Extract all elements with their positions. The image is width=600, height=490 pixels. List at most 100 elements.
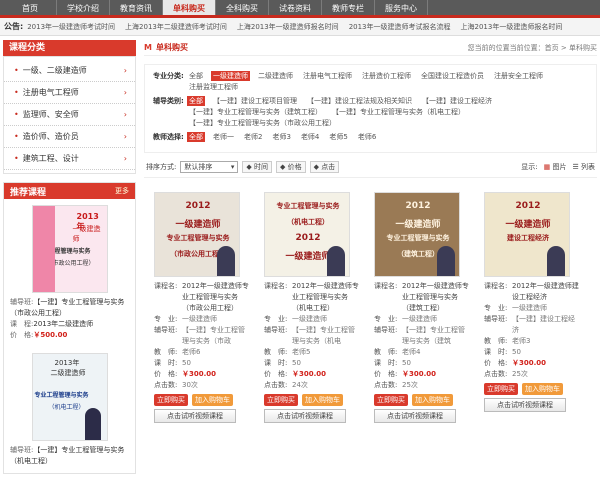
sort-price-button[interactable]: ◆ 价格: [275, 161, 306, 173]
trial-video-button[interactable]: 点击试听视频课程: [264, 409, 346, 423]
filter-option[interactable]: 注册电气工程师: [301, 71, 354, 81]
course-cover[interactable]: 2012 一级建造师 建设工程经济: [484, 192, 570, 277]
course-field: 点击数: 30次: [154, 381, 198, 389]
nav-teachers[interactable]: 教师专栏: [322, 0, 375, 15]
recommend-item[interactable]: 2013年 二级建造师 专业工程管理与实务 （机电工程） 辅导班:【一建】专业工…: [4, 347, 135, 473]
filter-option[interactable]: 老师5: [327, 132, 349, 142]
course-cover[interactable]: 2012 一级建造师 专业工程管理与实务 （建筑工程）: [374, 192, 460, 277]
nav-papers[interactable]: 试卷资料: [269, 0, 322, 15]
cover-text: 一级建造师: [72, 225, 101, 243]
filter-option[interactable]: 全部: [187, 71, 205, 81]
filter-options: 全部 【一建】建设工程项目管理 【一建】建设工程法规及相关知识 【一建】建设工程经济【…: [187, 96, 588, 128]
list-icon: ☰: [572, 163, 579, 171]
notice-item[interactable]: 上海2013年二级建造师考试时间: [125, 22, 227, 32]
course-field: 课 时: 50: [264, 359, 301, 367]
recommend-panel: 推荐课程 更多 2013年 一级建造师 专业工程管理与实务 （市政公用工程） 辅…: [3, 182, 136, 474]
nav-school[interactable]: 学校介绍: [57, 0, 110, 15]
field-label: 辅导班:: [10, 446, 34, 454]
trial-video-button[interactable]: 点击试听视频课程: [154, 409, 236, 423]
filter-option[interactable]: 【一建】建设工程法规及相关知识: [305, 96, 414, 106]
filter-option[interactable]: 全国建设工程造价员: [419, 71, 486, 81]
buy-now-button[interactable]: 立即购买: [484, 383, 518, 395]
chevron-right-icon: ›: [123, 110, 127, 119]
add-to-cart-button[interactable]: 加入购物车: [302, 394, 343, 406]
course-cover[interactable]: 2013年 一级建造师 专业工程管理与实务 （市政公用工程）: [31, 205, 108, 293]
course-cover[interactable]: 2013年 二级建造师 专业工程管理与实务 （机电工程）: [31, 353, 108, 441]
nav-home[interactable]: 首页: [4, 0, 57, 15]
course-field: 专 业: 一级建造师: [264, 315, 327, 323]
course-field: 专 业: 一级建造师: [374, 315, 437, 323]
filter-label: 辅导类别:: [153, 97, 184, 105]
buy-now-button[interactable]: 立即购买: [264, 394, 298, 406]
course-field: 专 业: 一级建造师: [484, 304, 547, 312]
category-item[interactable]: • 建筑工程、设计 ›: [4, 148, 135, 170]
filter-option[interactable]: 注册安全工程师: [492, 71, 545, 81]
nav-single[interactable]: 单科购买: [163, 0, 216, 15]
filter-option[interactable]: 【一建】专业工程管理与实务（市政公用工程）: [187, 118, 338, 128]
field-label: 价 格:: [10, 331, 34, 339]
display-label: 显示:: [521, 163, 538, 171]
sort-select[interactable]: 默认排序 ▾: [180, 161, 239, 173]
course-field: 辅导班: 【一建】专业工程管理与实务（机电: [264, 326, 355, 345]
filter-option[interactable]: 【一建】专业工程管理与实务（建筑工程）: [187, 107, 324, 117]
notice-bar: 公告: 2013年一级建造师考试时间 上海2013年二级建造师考试时间 上海20…: [0, 18, 600, 36]
filter-option[interactable]: 【一建】建设工程项目管理: [211, 96, 299, 106]
chevron-right-icon: ›: [123, 132, 127, 141]
buy-now-button[interactable]: 立即购买: [154, 394, 188, 406]
add-to-cart-button[interactable]: 加入购物车: [412, 394, 453, 406]
category-item[interactable]: • 一级、二级建造师 ›: [4, 60, 135, 82]
bullet-icon: •: [14, 154, 19, 163]
add-to-cart-button[interactable]: 加入购物车: [522, 383, 563, 395]
add-to-cart-button[interactable]: 加入购物车: [192, 394, 233, 406]
nav-full[interactable]: 全科购买: [216, 0, 269, 15]
course-field: 课 时: 50: [484, 348, 521, 356]
sort-clicks-button[interactable]: ◆ 点击: [309, 161, 340, 173]
notice-item[interactable]: 上海2013年一级建造师报名时间: [237, 22, 339, 32]
main-content: M 单科购买 您当前的位置当前位置：首页 > 单科购买 专业分类: 全部 一级建造师…: [144, 40, 597, 474]
filter-option[interactable]: 全部: [187, 96, 205, 106]
course-cover[interactable]: 2012 一级建造师 专业工程管理与实务 （市政公用工程）: [154, 192, 240, 277]
category-item[interactable]: • 注册电气工程师 ›: [4, 82, 135, 104]
filter-option[interactable]: 注册造价工程师: [360, 71, 413, 81]
buy-now-button[interactable]: 立即购买: [374, 394, 408, 406]
cover-text: 2012: [405, 201, 431, 211]
nav-news[interactable]: 教育资讯: [110, 0, 163, 15]
cover-text: 2012: [295, 233, 321, 243]
filter-option[interactable]: 老师一: [211, 132, 236, 142]
filter-option[interactable]: 【一建】建设工程经济: [420, 96, 494, 106]
filter-option[interactable]: 【一建】专业工程管理与实务（机电工程）: [330, 107, 467, 117]
bullet-icon: •: [14, 88, 19, 97]
filter-option[interactable]: 老师3: [270, 132, 292, 142]
course-field: 课 时: 50: [374, 359, 411, 367]
trial-video-button[interactable]: 点击试听视频课程: [374, 409, 456, 423]
notice-item[interactable]: 上海2013年一级建造师报名时间: [461, 22, 563, 32]
recommend-header: 推荐课程 更多: [4, 183, 135, 199]
course-card: 2012 一级建造师 专业工程管理与实务 （建筑工程） 课程名: 2012年一级建造师专业…: [374, 192, 470, 423]
notice-item[interactable]: 2013年一级建造师考试时间: [27, 22, 115, 32]
trial-video-button[interactable]: 点击试听视频课程: [484, 398, 566, 412]
category-item[interactable]: • 造价师、造价员 ›: [4, 126, 135, 148]
filter-option[interactable]: 二级建造师: [256, 71, 295, 81]
filter-option[interactable]: 老师2: [242, 132, 264, 142]
course-cover[interactable]: 专业工程管理与实务 （机电工程） 2012 一级建造师: [264, 192, 350, 277]
filter-option[interactable]: 老师6: [356, 132, 378, 142]
course-field: 课程名: 2012年一级建造师专业工程管理与实务（建筑工程）: [374, 282, 469, 312]
sort-time-button[interactable]: ◆ 时间: [242, 161, 272, 173]
filter-option[interactable]: 全部: [187, 132, 205, 142]
filter-panel: 专业分类: 全部 一级建造师 二级建造师 注册电气工程师 注册造价工程师 全国建设工程造价…: [144, 64, 597, 153]
filter-option[interactable]: 注册监理工程师: [187, 82, 240, 92]
category-item[interactable]: • 监理师、安全师 ›: [4, 104, 135, 126]
recommend-item[interactable]: 2013年 一级建造师 专业工程管理与实务 （市政公用工程） 辅导班:【一建】专…: [4, 199, 135, 347]
view-grid-button[interactable]: ▦ 图片: [544, 162, 567, 172]
notice-item[interactable]: 2013年一级建造师考试报名流程: [349, 22, 451, 32]
filter-option[interactable]: 一级建造师: [211, 71, 250, 81]
filter-option[interactable]: 老师4: [299, 132, 321, 142]
cover-text: 2012: [185, 201, 211, 211]
course-field: 教 师: 老师3: [484, 337, 531, 345]
view-list-button[interactable]: ☰ 列表: [572, 162, 595, 172]
breadcrumb-bar: M 单科购买 您当前的位置当前位置：首页 > 单科购买: [144, 40, 597, 56]
more-link[interactable]: 更多: [115, 186, 129, 196]
course-field: 点击数: 25次: [484, 370, 528, 378]
nav-service[interactable]: 服务中心: [375, 0, 428, 15]
course-field: 辅导班: 【一建】专业工程管理与实务（建筑: [374, 326, 465, 345]
